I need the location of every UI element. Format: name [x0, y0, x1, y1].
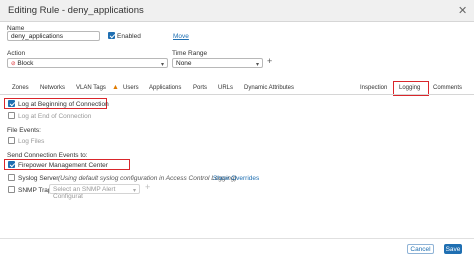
enabled-label: Enabled	[117, 33, 141, 40]
window-title: Editing Rule - deny_applications	[8, 5, 144, 16]
name-input[interactable]: deny_applications	[7, 31, 100, 41]
save-button[interactable]: Save	[444, 244, 462, 254]
action-select[interactable]: ⊘ Block ▾	[7, 58, 168, 68]
fmc-checkbox[interactable]	[8, 161, 15, 168]
snmp-label: SNMP Trap	[18, 187, 52, 194]
move-link[interactable]: Move	[173, 33, 189, 40]
chevron-down-icon: ▾	[160, 62, 164, 68]
fmc-label: Firepower Management Center	[18, 162, 108, 169]
tab-dynamic-attributes[interactable]: Dynamic Attributes	[244, 85, 294, 91]
snmp-select[interactable]: Select an SNMP Alert Configurat ▾	[49, 184, 140, 200]
close-icon[interactable]: ✕	[458, 4, 467, 17]
syslog-checkbox[interactable]	[8, 174, 15, 181]
send-events-label: Send Connection Events to:	[7, 152, 88, 159]
log-end-label: Log at End of Connection	[18, 113, 92, 120]
chevron-down-icon: ▾	[255, 62, 259, 68]
action-value: Block	[17, 60, 34, 67]
snmp-placeholder: Select an SNMP Alert Configurat	[53, 186, 116, 200]
syslog-label: Syslog Server	[18, 175, 59, 182]
syslog-note: (Using default syslog configuration in A…	[58, 175, 237, 182]
chevron-down-icon: ▾	[132, 188, 136, 194]
cancel-button[interactable]: Cancel	[407, 244, 434, 254]
warning-icon: ▲	[112, 84, 119, 91]
footer-divider	[0, 238, 474, 239]
tab-users[interactable]: Users	[123, 85, 139, 91]
tab-comments[interactable]: Comments	[433, 85, 462, 91]
time-range-value: None	[176, 60, 192, 67]
tab-zones[interactable]: Zones	[12, 85, 29, 91]
log-beginning-label: Log at Beginning of Connection	[18, 101, 109, 108]
tabs-divider	[0, 94, 474, 95]
tab-networks[interactable]: Networks	[40, 85, 65, 91]
tab-logging[interactable]: Logging	[399, 85, 420, 91]
add-time-range-icon[interactable]: +	[267, 56, 272, 66]
add-snmp-icon[interactable]: +	[145, 182, 150, 192]
show-overrides-link[interactable]: Show Overrides	[213, 175, 259, 182]
tab-ports[interactable]: Ports	[193, 85, 207, 91]
block-icon: ⊘	[11, 61, 16, 67]
tab-inspection[interactable]: Inspection	[360, 85, 387, 91]
action-label: Action	[7, 50, 26, 57]
log-end-checkbox[interactable]	[8, 112, 15, 119]
enabled-checkbox[interactable]	[108, 32, 115, 39]
time-range-label: Time Range	[172, 50, 208, 57]
time-range-select[interactable]: None ▾	[172, 58, 263, 68]
tab-vlan-tags[interactable]: VLAN Tags	[76, 85, 106, 91]
tab-applications[interactable]: Applications	[149, 85, 181, 91]
file-events-label: File Events:	[7, 127, 41, 134]
log-beginning-checkbox[interactable]	[8, 100, 15, 107]
snmp-checkbox[interactable]	[8, 186, 15, 193]
tab-urls[interactable]: URLs	[218, 85, 233, 91]
log-files-checkbox[interactable]	[8, 137, 15, 144]
log-files-label: Log Files	[18, 138, 45, 145]
